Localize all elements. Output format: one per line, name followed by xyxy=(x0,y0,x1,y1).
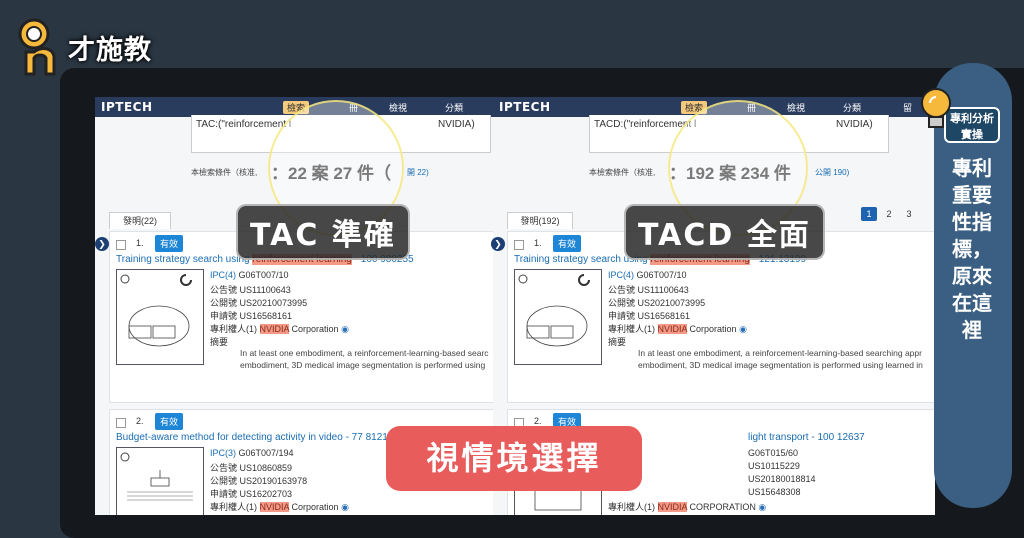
patent-drawing-icon xyxy=(120,452,193,501)
logo-mark-icon xyxy=(18,18,56,76)
result-count-prefix: 本檢索條件（核准, xyxy=(191,168,258,177)
item-number: 2. xyxy=(534,416,542,426)
collapse-arrow-icon[interactable]: ❯ xyxy=(95,237,109,251)
open-number: 公開號 US20210073995 xyxy=(608,298,706,308)
publication-number: 公告號 US11100643 xyxy=(608,285,689,295)
nav-view[interactable]: 檢視 xyxy=(389,101,407,114)
item-number: 1. xyxy=(136,238,144,248)
patent-drawing-thumbnail[interactable] xyxy=(514,269,602,365)
patent-drawing-thumbnail[interactable] xyxy=(116,447,204,515)
patent-drawing-icon xyxy=(120,274,192,347)
patent-title[interactable]: Budget-aware method for detecting activi… xyxy=(116,432,393,443)
abstract-line-2: embodiment, 3D medical image segmentatio… xyxy=(638,360,923,370)
application-number: 申請號 US16202703 xyxy=(210,489,293,499)
lightbulb-icon xyxy=(921,88,951,128)
status-badge: 有效 xyxy=(155,235,184,252)
result-count-suffix: 公開 190) xyxy=(815,168,850,177)
query-text-right: NVIDIA) xyxy=(836,119,873,130)
status-badge: 有效 xyxy=(553,235,582,252)
patent-drawing-icon xyxy=(518,274,590,347)
open-number: 公開號 US20190163978 xyxy=(210,476,308,486)
globe-icon: ◉ xyxy=(739,324,747,334)
application-number: 申請號 US16568161 xyxy=(210,311,293,321)
nav-more[interactable]: 留 xyxy=(903,101,912,114)
assignee: 專利權人(1) NVIDIA Corporation ◉ xyxy=(210,324,349,334)
open-number: US20180018814 xyxy=(748,474,816,484)
query-text-left: TAC:("reinforcement l xyxy=(196,119,292,130)
page-3[interactable]: 3 xyxy=(901,207,917,221)
globe-icon: ◉ xyxy=(758,502,767,512)
assignee: 專利權人(1) NVIDIA Corporation ◉ xyxy=(210,502,349,512)
ipc-field: IPC(4) G06T007/10 xyxy=(608,270,687,280)
item-number: 1. xyxy=(534,238,542,248)
application-number: 申請號 US16568161 xyxy=(608,311,691,321)
caption-scenario: 視情境選擇 xyxy=(386,426,642,491)
nav-classify[interactable]: 分類 xyxy=(843,101,861,114)
select-checkbox[interactable] xyxy=(116,418,126,428)
select-checkbox[interactable] xyxy=(514,240,524,250)
pagination: 123 xyxy=(861,207,921,221)
nav-view[interactable]: 檢視 xyxy=(787,101,805,114)
application-number: US15648308 xyxy=(748,487,801,497)
assignee: 專利權人(1) NVIDIA Corporation ◉ xyxy=(608,324,747,334)
select-checkbox[interactable] xyxy=(116,240,126,250)
collapse-arrow-icon[interactable]: ❯ xyxy=(491,237,505,251)
abstract-label: 摘要 xyxy=(608,337,627,347)
brand-name: IPTECH xyxy=(101,100,153,114)
item-number: 2. xyxy=(136,416,144,426)
abstract-label: 摘要 xyxy=(210,337,229,347)
query-text-right: NVIDIA) xyxy=(438,119,475,130)
status-badge: 有效 xyxy=(155,413,184,430)
nav-classify[interactable]: 分類 xyxy=(445,101,463,114)
tab-invention[interactable]: 發明(192) xyxy=(507,212,573,229)
publication-number: 公告號 US10860859 xyxy=(210,463,293,473)
abstract-line-1: In at least one embodiment, a reinforcem… xyxy=(240,348,489,358)
publication-number: US10115229 xyxy=(748,461,800,471)
ipc-field: IPC(4) G06T007/10 xyxy=(210,270,289,280)
logo-text: 才施教 xyxy=(68,35,152,66)
brand-name: IPTECH xyxy=(499,100,551,114)
page-1[interactable]: 1 xyxy=(861,207,877,221)
globe-icon: ◉ xyxy=(341,324,349,334)
publication-number: 公告號 US11100643 xyxy=(210,285,291,295)
result-count-suffix: 開 22) xyxy=(407,168,429,177)
patent-drawing-thumbnail[interactable] xyxy=(116,269,204,365)
caption-tac: TAC 準確 xyxy=(236,204,410,260)
ipc-field: G06T015/60 xyxy=(748,448,799,458)
result-count-prefix: 本檢索條件（核准, xyxy=(589,168,656,177)
abstract-line-2: embodiment, 3D medical image segmentatio… xyxy=(240,360,486,370)
ipc-field: IPC(3) G06T007/194 xyxy=(210,448,294,458)
globe-icon: ◉ xyxy=(341,502,349,512)
side-banner-text: 專利重要性指標，原來在這裡 xyxy=(952,156,992,342)
open-number: 公開號 US20210073995 xyxy=(210,298,308,308)
assignee: 專利權人(1) NVIDIA CORPORATION ◉ xyxy=(608,502,767,512)
page-2[interactable]: 2 xyxy=(881,207,897,221)
tab-invention[interactable]: 發明(22) xyxy=(109,212,171,229)
patent-title[interactable]: light transport - 100 12637 xyxy=(748,432,865,443)
caption-tacd: TACD 全面 xyxy=(624,204,825,260)
abstract-line-1: In at least one embodiment, a reinforcem… xyxy=(638,348,922,358)
